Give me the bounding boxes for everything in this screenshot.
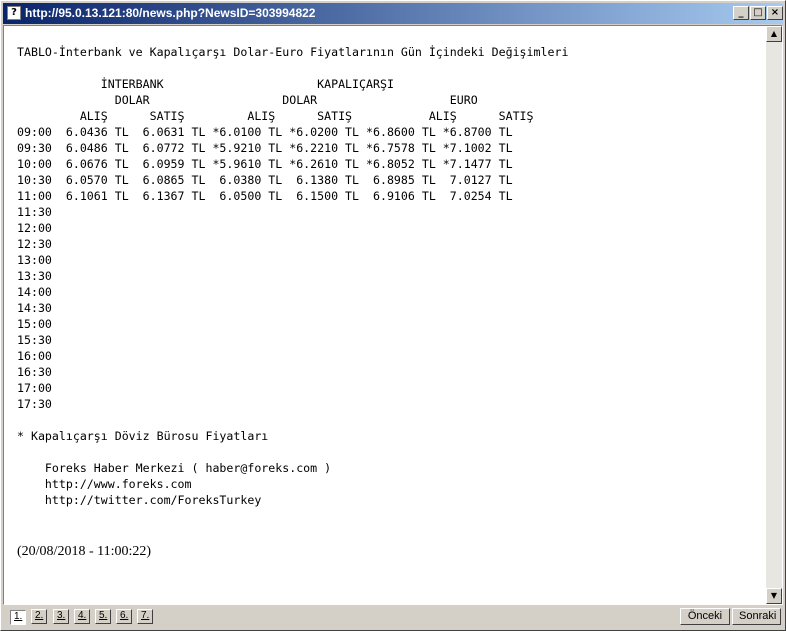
page-tab-7[interactable]: 7. bbox=[137, 609, 154, 624]
news-window: ? http://95.0.13.121:80/news.php?NewsID=… bbox=[0, 0, 786, 631]
title-bar[interactable]: ? http://95.0.13.121:80/news.php?NewsID=… bbox=[3, 3, 783, 24]
page-tab-2[interactable]: 2. bbox=[31, 609, 48, 624]
news-content: TABLO-İnterbank ve Kapalıçarşı Dolar-Eur… bbox=[4, 26, 766, 604]
minimize-button[interactable]: _ bbox=[733, 6, 749, 20]
page-tab-6[interactable]: 6. bbox=[116, 609, 133, 624]
content-frame: TABLO-İnterbank ve Kapalıçarşı Dolar-Eur… bbox=[3, 25, 783, 605]
news-body: TABLO-İnterbank ve Kapalıçarşı Dolar-Eur… bbox=[17, 45, 569, 507]
window-title: http://95.0.13.121:80/news.php?NewsID=30… bbox=[25, 6, 316, 20]
next-button[interactable]: Sonraki bbox=[732, 608, 781, 625]
vertical-scrollbar[interactable]: ▲ ▼ bbox=[766, 26, 782, 604]
page-tab-1[interactable]: 1. bbox=[10, 610, 27, 625]
news-date: (20/08/2018 - 11:00:22) bbox=[17, 544, 152, 559]
previous-button[interactable]: Önceki bbox=[680, 608, 730, 625]
app-icon[interactable]: ? bbox=[7, 6, 21, 20]
scroll-down-icon[interactable]: ▼ bbox=[766, 588, 782, 604]
scroll-track[interactable] bbox=[766, 42, 782, 588]
page-tab-4[interactable]: 4. bbox=[74, 609, 91, 624]
page-tab-5[interactable]: 5. bbox=[95, 609, 112, 624]
close-button[interactable]: × bbox=[767, 6, 783, 20]
maximize-button[interactable]: □ bbox=[750, 6, 766, 20]
page-tab-3[interactable]: 3. bbox=[53, 609, 70, 624]
page-navigation-bar: 1. 2. 3. 4. 5. 6. 7. Önceki Sonraki bbox=[3, 606, 783, 628]
scroll-up-icon[interactable]: ▲ bbox=[766, 26, 782, 42]
